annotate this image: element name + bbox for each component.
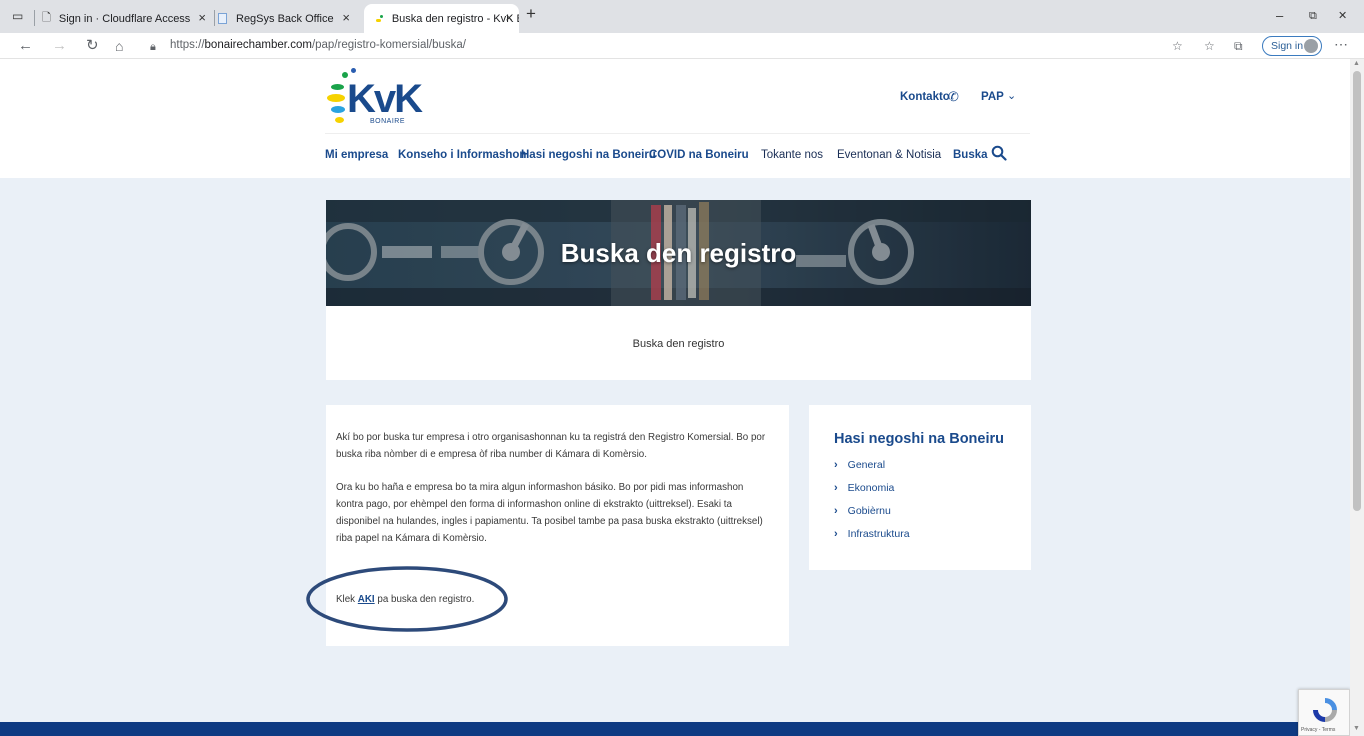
tab-title: RegSys Back Office [236,12,334,25]
tab-cloudflare[interactable]: 🗋 Sign in · Cloudflare Access × [42,4,214,33]
refresh-icon[interactable]: ↻ [86,37,99,55]
sidebar-item-ekonomia[interactable]: › Ekonomia [834,482,894,494]
search-icon[interactable] [991,145,1007,161]
phone-icon[interactable]: ✆ [948,89,959,105]
sidebar-toggle-icon[interactable]: ▭ [12,7,23,25]
chevron-down-icon[interactable]: ⌄ [1007,89,1016,102]
restore-button[interactable]: ⧉ [1309,7,1317,25]
nav-covid[interactable]: COVID na Boneiru [649,149,749,161]
hero-title: Buska den registro [560,238,797,268]
logo-dot [335,117,344,123]
logo-dot [327,94,345,102]
browser-tab-bar: ▭ 🗋 Sign in · Cloudflare Access × RegSys… [0,0,1364,33]
recaptcha-badge[interactable]: Privacy - Terms [1298,689,1350,736]
sidebar-item-label: General [847,459,886,471]
more-menu-icon[interactable]: ⋯ [1334,35,1348,53]
scroll-thumb[interactable] [1353,71,1361,511]
site-header: KvK BONAIRE Kontakto ✆ PAP ⌄ Mi empresa … [0,59,1350,178]
close-tab-icon[interactable]: × [342,10,350,25]
nav-buska[interactable]: Buska [953,149,988,161]
sidebar-item-gobiernu[interactable]: › Gobièrnu [834,505,891,517]
close-tab-icon[interactable]: × [505,10,513,25]
recaptcha-icon [1313,698,1337,722]
chevron-right-icon: › [834,482,838,494]
nav-mi-empresa[interactable]: Mi empresa [325,149,388,161]
annotation-ellipse [306,566,508,632]
favicon [376,14,384,24]
avatar-icon [1304,39,1318,53]
page-icon: 🗋 [42,12,51,24]
sidebar-item-label: Ekonomia [847,482,895,494]
sidebar-item-infrastruktura[interactable]: › Infrastruktura [834,528,910,540]
sign-in-label: Sign in [1271,40,1304,52]
page-icon [218,13,227,24]
sidebar-title: Hasi negoshi na Boneiru [834,431,1004,447]
language-selector[interactable]: PAP [981,91,1004,103]
url-field[interactable]: https://bonairechamber.com/pap/registro-… [170,39,466,51]
sidebar-item-general[interactable]: › General [834,459,885,471]
home-icon[interactable]: ⌂ [115,37,123,55]
tab-separator [214,10,215,26]
url-path: /pap/registro-komersial/buska/ [311,39,466,51]
address-bar: ← → ↻ ⌂ 🔒︎ https://bonairechamber.com/pa… [0,33,1364,59]
info-paragraph: Ora ku bo haña e empresa bo ta mira algu… [336,482,763,544]
nav-eventonan-notisia[interactable]: Eventonan & Notisia [837,149,941,161]
logo-dot [331,106,345,113]
hero-banner: Buska den registro [326,200,1031,306]
tab-regsys[interactable]: RegSys Back Office × [218,4,358,33]
page-subtitle: Buska den registro [632,338,725,350]
new-tab-button[interactable]: + [526,5,536,23]
tab-separator [34,10,35,26]
close-tab-icon[interactable]: × [198,10,206,25]
scroll-down-icon[interactable]: ▼ [1353,725,1360,732]
close-window-button[interactable]: ✕ [1338,7,1347,25]
nav-hasi-negoshi[interactable]: Hasi negoshi na Boneiru [521,149,656,161]
forward-icon[interactable]: → [52,37,67,55]
intro-paragraph: Akí bo por buska tur empresa i otro orga… [336,432,766,460]
collections-icon[interactable]: ⧉ [1234,37,1243,55]
url-prefix: https:// [170,39,205,51]
logo-dot [331,84,344,90]
chevron-right-icon: › [834,459,838,471]
scrollbar[interactable]: ▲ ▼ [1350,59,1364,736]
back-icon[interactable]: ← [18,37,33,55]
url-domain: bonairechamber.com [204,39,312,51]
logo-text: KvK [347,77,423,121]
subtitle-box: Buska den registro [326,306,1031,380]
nav-tokante-nos[interactable]: Tokante nos [761,149,823,161]
chevron-right-icon: › [834,505,838,517]
minimize-button[interactable]: – [1276,7,1283,25]
header-divider [325,133,1030,134]
contact-link[interactable]: Kontakto [900,91,950,103]
sidebar-box: Hasi negoshi na Boneiru › General › Ekon… [809,405,1031,570]
scroll-up-icon[interactable]: ▲ [1353,60,1360,67]
recaptcha-text: Privacy - Terms [1301,727,1336,733]
lock-icon[interactable]: 🔒︎ [150,38,156,56]
tab-buska[interactable]: Buska den registro - KvK Bonaire × [364,4,519,33]
logo-dot [351,68,356,73]
favorite-star-icon[interactable]: ☆ [1172,37,1183,55]
sign-in-button[interactable]: Sign in [1262,36,1322,56]
tab-title: Sign in · Cloudflare Access [58,12,191,25]
sidebar-item-label: Infrastruktura [847,528,910,540]
page: KvK BONAIRE Kontakto ✆ PAP ⌄ Mi empresa … [0,59,1350,736]
tab-title: Buska den registro - KvK Bonaire [391,12,519,25]
chevron-right-icon: › [834,528,838,540]
site-footer [0,722,1350,736]
favorites-icon[interactable]: ☆ [1204,37,1215,55]
kvk-logo[interactable]: KvK BONAIRE [325,67,435,127]
sidebar-item-label: Gobièrnu [847,505,891,517]
nav-konseho-informashon[interactable]: Konseho i Informashon [398,149,526,161]
logo-subtext: BONAIRE [370,118,406,125]
